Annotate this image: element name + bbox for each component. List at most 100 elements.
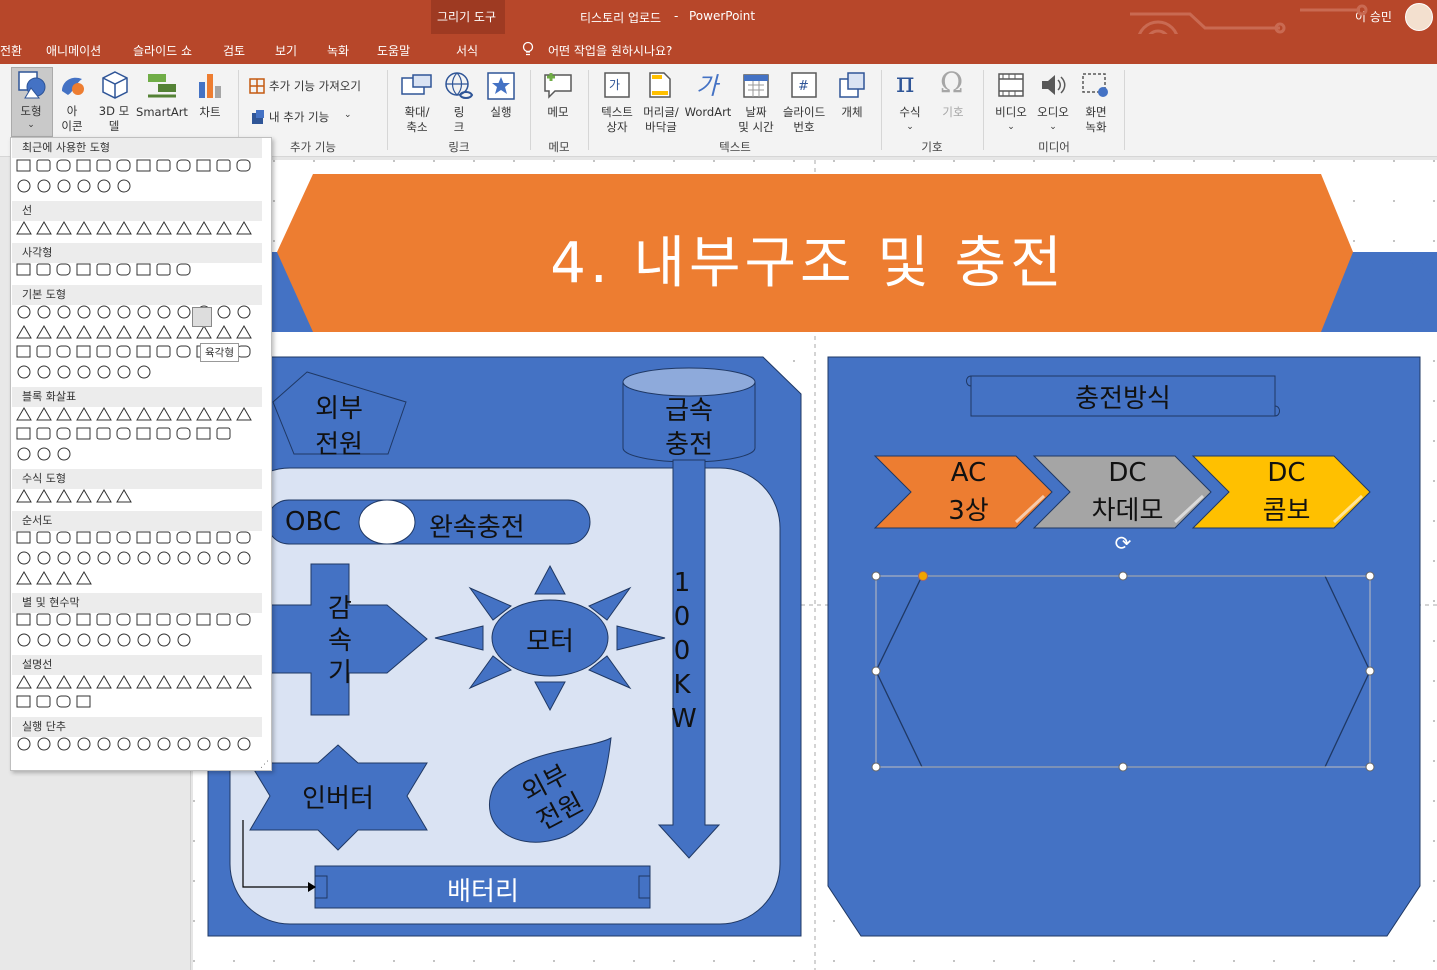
video-icon[interactable] xyxy=(997,72,1025,98)
tab-record[interactable]: 녹화 xyxy=(327,42,349,59)
gallery-shape-item[interactable] xyxy=(56,159,71,172)
wordart-icon[interactable]: 가 xyxy=(694,70,722,100)
gallery-shape-item[interactable] xyxy=(37,737,51,751)
gallery-shape-item[interactable] xyxy=(96,427,111,440)
gallery-shape-item[interactable] xyxy=(56,613,71,626)
gallery-shape-item[interactable] xyxy=(16,531,31,544)
gallery-shape-item[interactable] xyxy=(56,571,72,585)
equation-dropdown-icon[interactable]: ⌄ xyxy=(893,120,927,135)
gallery-shape-item[interactable] xyxy=(37,447,51,461)
gallery-shape-item[interactable] xyxy=(136,407,152,421)
gallery-shape-item[interactable] xyxy=(137,633,151,647)
gallery-shape-item[interactable] xyxy=(116,427,131,440)
gallery-shape-item[interactable] xyxy=(16,407,32,421)
gallery-shape-item[interactable] xyxy=(36,695,51,708)
gallery-shape-item[interactable] xyxy=(36,675,52,689)
gallery-shape-item[interactable] xyxy=(216,613,231,626)
gallery-shape-item[interactable] xyxy=(16,489,32,503)
rotate-handle-icon[interactable]: ⟳ xyxy=(1115,531,1132,555)
gallery-shape-item[interactable] xyxy=(117,179,131,193)
gallery-shape-item[interactable] xyxy=(197,551,211,565)
gallery-shape-item[interactable] xyxy=(117,365,131,379)
gallery-shape-item[interactable] xyxy=(76,489,92,503)
gallery-shape-item[interactable] xyxy=(136,345,151,358)
gallery-shape-item[interactable] xyxy=(77,305,91,319)
gallery-shape-item[interactable] xyxy=(116,325,132,339)
gallery-shape-item[interactable] xyxy=(196,159,211,172)
gallery-shape-item[interactable] xyxy=(156,325,172,339)
audio-icon[interactable] xyxy=(1040,72,1068,98)
gallery-shape-item[interactable] xyxy=(56,325,72,339)
gallery-shape-item[interactable] xyxy=(57,179,71,193)
slide[interactable]: ⟳ 4. 내부구조 및 충전 외부 전원 급속 충전 OBC 완속충전 감 속 … xyxy=(193,160,1437,970)
gallery-shape-item[interactable] xyxy=(216,325,232,339)
gallery-shape-item[interactable] xyxy=(157,633,171,647)
gallery-shape-item[interactable] xyxy=(137,551,151,565)
gallery-shape-item[interactable] xyxy=(136,613,151,626)
gallery-shape-item[interactable] xyxy=(156,221,172,235)
gallery-shape-item[interactable] xyxy=(76,221,92,235)
gallery-shape-item[interactable] xyxy=(236,613,251,626)
gallery-shape-item[interactable] xyxy=(196,407,212,421)
slide-title[interactable]: 4. 내부구조 및 충전 xyxy=(393,218,1223,299)
chart-icon[interactable] xyxy=(197,72,223,100)
gallery-shape-item[interactable] xyxy=(77,551,91,565)
gallery-shape-item[interactable] xyxy=(76,407,92,421)
tell-me-search[interactable]: 어떤 작업을 원하시나요? xyxy=(548,42,672,59)
gallery-shape-item[interactable] xyxy=(217,737,231,751)
gallery-shape-item[interactable] xyxy=(77,633,91,647)
gallery-shape-item[interactable] xyxy=(157,737,171,751)
gallery-shape-item[interactable] xyxy=(76,613,91,626)
gallery-shape-item[interactable] xyxy=(36,489,52,503)
gallery-shape-item[interactable] xyxy=(97,633,111,647)
gallery-shape-item[interactable] xyxy=(36,221,52,235)
gallery-shape-item[interactable] xyxy=(96,221,112,235)
gallery-shape-item[interactable] xyxy=(176,325,192,339)
gallery-shape-item[interactable] xyxy=(176,345,191,358)
audio-dropdown-icon[interactable]: ⌄ xyxy=(1033,120,1073,135)
smartart-icon[interactable] xyxy=(146,72,178,100)
3d-cube-icon[interactable] xyxy=(100,70,130,100)
shapes-gallery-dropdown[interactable]: 최근에 사용한 도형 선 사각형 기본 도형 블록 화살표 수식 도형 순서도 … xyxy=(10,137,272,771)
textbox-icon[interactable]: 가 xyxy=(603,71,631,99)
get-addins-button[interactable]: 추가 기능 가져오기 xyxy=(269,79,361,94)
gallery-shape-item[interactable] xyxy=(136,531,151,544)
gallery-shape-item[interactable] xyxy=(96,489,112,503)
gallery-shape-item[interactable] xyxy=(217,551,231,565)
gallery-shape-item[interactable] xyxy=(36,159,51,172)
gallery-shape-item[interactable] xyxy=(236,221,252,235)
gallery-shape-item[interactable] xyxy=(56,221,72,235)
gallery-shape-item[interactable] xyxy=(197,737,211,751)
hexagon-gallery-item[interactable] xyxy=(192,307,212,327)
gallery-shape-item[interactable] xyxy=(216,159,231,172)
gallery-shape-item[interactable] xyxy=(37,551,51,565)
gallery-shape-item[interactable] xyxy=(56,427,71,440)
gallery-shape-item[interactable] xyxy=(156,263,171,276)
gallery-shape-item[interactable] xyxy=(96,325,112,339)
gallery-shape-item[interactable] xyxy=(16,263,31,276)
gallery-shape-item[interactable] xyxy=(116,531,131,544)
gallery-shape-item[interactable] xyxy=(17,305,31,319)
gallery-shape-item[interactable] xyxy=(17,737,31,751)
gallery-shape-item[interactable] xyxy=(96,675,112,689)
gallery-shape-item[interactable] xyxy=(56,263,71,276)
gallery-shape-item[interactable] xyxy=(56,345,71,358)
tab-animations[interactable]: 애니메이션 xyxy=(46,42,101,59)
gallery-shape-item[interactable] xyxy=(17,551,31,565)
my-addins-button[interactable]: 내 추가 기능 xyxy=(269,110,329,125)
gallery-shape-item[interactable] xyxy=(236,407,252,421)
gallery-shape-item[interactable] xyxy=(57,737,71,751)
gallery-shape-item[interactable] xyxy=(97,551,111,565)
adjustment-handle[interactable] xyxy=(918,571,928,581)
gallery-shape-item[interactable] xyxy=(17,179,31,193)
gallery-shape-item[interactable] xyxy=(116,263,131,276)
gallery-shape-item[interactable] xyxy=(236,325,252,339)
gallery-shape-item[interactable] xyxy=(76,325,92,339)
gallery-shape-item[interactable] xyxy=(137,737,151,751)
gallery-shape-item[interactable] xyxy=(57,365,71,379)
gallery-shape-item[interactable] xyxy=(156,427,171,440)
header-footer-icon[interactable] xyxy=(648,71,672,99)
gallery-shape-item[interactable] xyxy=(156,407,172,421)
gallery-shape-item[interactable] xyxy=(16,325,32,339)
gallery-shape-item[interactable] xyxy=(37,305,51,319)
